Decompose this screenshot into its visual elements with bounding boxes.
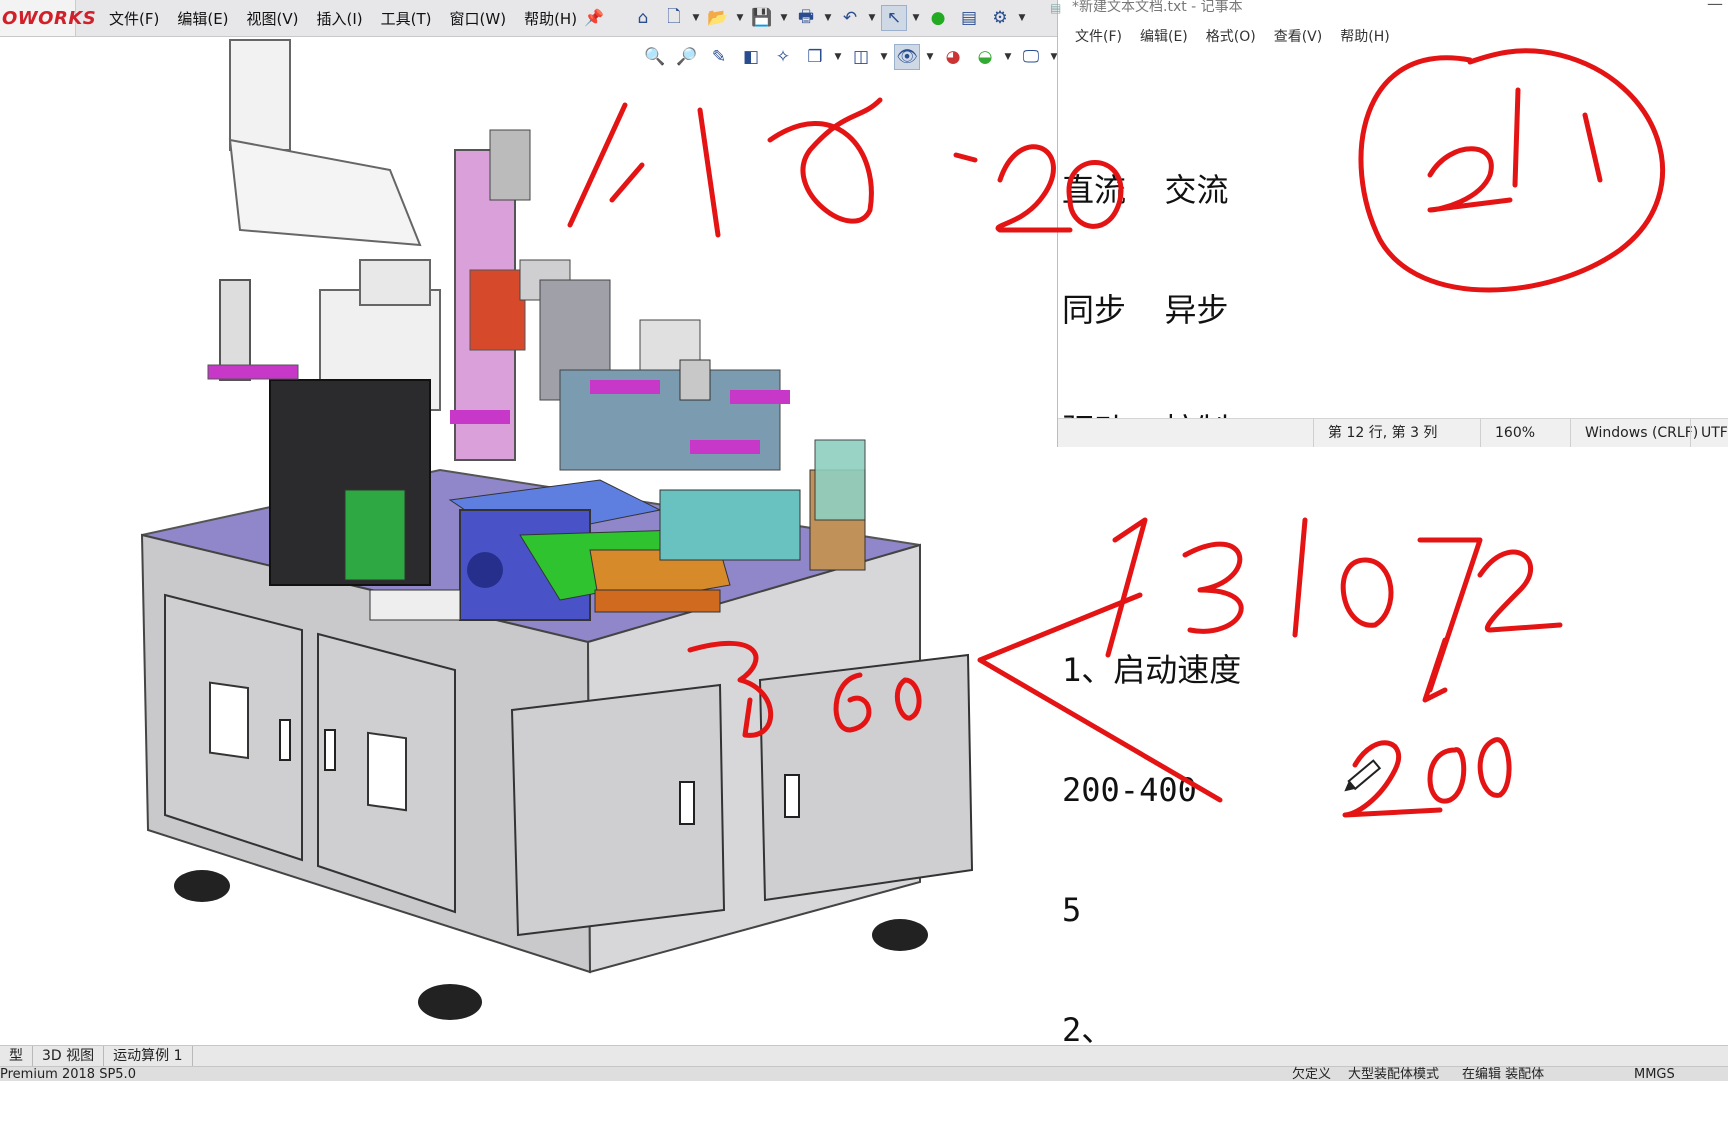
notepad-menu-format[interactable]: 格式(O) [1197,26,1265,48]
zoom-level: 160% [1480,419,1568,447]
text-line: 200-400 [1062,771,1197,809]
chevron-down-icon[interactable]: ▼ [912,5,920,31]
notepad-menu-help[interactable]: 帮助(H) [1331,26,1398,48]
solidworks-logo[interactable]: OWORKS [0,0,96,36]
chevron-down-icon[interactable]: ▼ [780,5,788,31]
print-icon[interactable]: 🖶 [793,5,819,31]
text-line [1062,530,1722,570]
version-text: Premium 2018 SP5.0 [0,1067,136,1082]
select-pointer-icon[interactable]: ↖ [881,5,907,31]
notepad-text-area[interactable]: 直流 交流 同步 异步 驱动 控制 1、启动速度 200-400 5 2、 [1062,90,1722,1130]
tab-motion-study[interactable]: 运动算例 1 [104,1046,193,1066]
traffic-light-icon[interactable]: ● [925,5,951,31]
status-units[interactable]: MMGS [1634,1067,1675,1083]
text-line: 5 [1062,891,1082,929]
new-document-icon[interactable]: 🗋 [661,5,687,31]
tab-model[interactable]: 型 [0,1046,33,1066]
undo-icon[interactable]: ↶ [837,5,863,31]
notepad-title: *新建文本文档.txt - 记事本 [1072,0,1243,15]
notepad-status-bar: 第 12 行, 第 3 列 160% Windows (CRLF) UTF- [1058,418,1728,447]
home-icon[interactable]: ⌂ [630,5,656,31]
status-editing-assembly: 在编辑 装配体 [1462,1067,1545,1082]
text-line: 同步 异步 [1062,291,1229,329]
chevron-down-icon[interactable]: ▼ [1018,5,1026,31]
model-tabs: 型 3D 视图 运动算例 1 [0,1045,1728,1066]
chevron-down-icon[interactable]: ▼ [736,5,744,31]
text-line: 2、 [1062,1011,1114,1049]
notepad-window[interactable]: ▤ *新建文本文档.txt - 记事本 — 文件(F) 编辑(E) 格式(O) … [1050,0,1728,1049]
tab-3d-view[interactable]: 3D 视图 [33,1046,105,1066]
chevron-down-icon[interactable]: ▼ [824,5,832,31]
notepad-menu-file[interactable]: 文件(F) [1066,26,1131,48]
notepad-menu-view[interactable]: 查看(V) [1265,26,1332,48]
cursor-position: 第 12 行, 第 3 列 [1313,419,1478,447]
chevron-down-icon[interactable]: ▼ [692,5,700,31]
chevron-down-icon[interactable]: ▼ [868,5,876,31]
pin-menu-icon[interactable]: 📌 [584,8,604,28]
status-large-assembly-mode[interactable]: 大型装配体模式 [1348,1067,1439,1083]
notepad-icon: ▤ [1050,1,1062,15]
file-properties-icon[interactable]: ▤ [956,5,982,31]
status-under-defined: 欠定义 [1292,1067,1332,1082]
minimize-icon[interactable]: — [1707,0,1723,13]
notepad-menu-edit[interactable]: 编辑(E) [1131,26,1197,48]
settings-gear-icon[interactable]: ⚙ [987,5,1013,31]
save-icon[interactable]: 💾 [749,5,775,31]
solidworks-status-bar: Premium 2018 SP5.0 欠定义 大型装配体模式 在编辑 装配体 M… [0,1066,1728,1083]
text-line: 直流 交流 [1062,171,1229,209]
encoding: UTF- [1690,419,1728,447]
text-line: 1、启动速度 [1062,651,1242,689]
open-folder-icon[interactable]: 📂 [705,5,731,31]
notepad-menu-bar: 文件(F) 编辑(E) 格式(O) 查看(V) 帮助(H) [1066,26,1399,48]
cad-assembly-viewport[interactable] [120,30,1040,1030]
